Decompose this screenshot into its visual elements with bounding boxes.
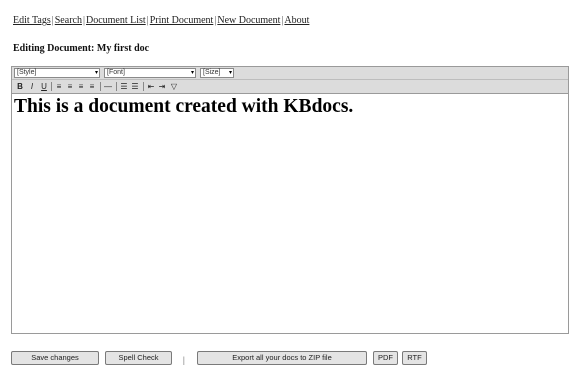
horizontal-rule-icon[interactable]: — [103, 81, 113, 92]
more-options-icon[interactable]: ▽ [169, 81, 179, 92]
editor-toolbar-format: B I U ≡ ≡ ≡ ≡ — ☰ ☰ ⇤ ⇥ ▽ [12, 80, 568, 94]
page-heading: Editing Document: My first doc [13, 43, 150, 54]
nav-link-new-document[interactable]: New Document [217, 15, 280, 26]
bold-button[interactable]: B [15, 81, 25, 92]
align-center-icon[interactable]: ≡ [65, 81, 75, 92]
font-select[interactable]: [Font] ▾ [104, 68, 196, 78]
editor-content[interactable]: This is a document created with KBdocs. [14, 96, 353, 118]
indent-icon[interactable]: ⇥ [157, 81, 167, 92]
nav-link-document-list[interactable]: Document List [86, 15, 146, 26]
justify-icon[interactable]: ≡ [87, 81, 97, 92]
toolbar-divider [100, 82, 101, 91]
button-divider: | [183, 355, 185, 365]
style-select[interactable]: [Style] ▾ [14, 68, 100, 78]
spell-check-button[interactable]: Spell Check [105, 351, 172, 365]
pdf-button[interactable]: PDF [373, 351, 398, 365]
rich-text-editor: [Style] ▾ [Font] ▾ [Size] ▾ B I U ≡ ≡ ≡ … [11, 66, 569, 334]
style-select-value: [Style] [17, 69, 37, 76]
italic-button[interactable]: I [27, 81, 37, 92]
toolbar-divider [116, 82, 117, 91]
editor-toolbar-selects: [Style] ▾ [Font] ▾ [Size] ▾ [12, 67, 568, 80]
align-right-icon[interactable]: ≡ [76, 81, 86, 92]
export-zip-button[interactable]: Export all your docs to ZIP file [197, 351, 367, 365]
ordered-list-icon[interactable]: ☰ [119, 81, 129, 92]
save-changes-button[interactable]: Save changes [11, 351, 99, 365]
underline-button[interactable]: U [39, 81, 49, 92]
outdent-icon[interactable]: ⇤ [146, 81, 156, 92]
size-select[interactable]: [Size] ▾ [200, 68, 234, 78]
toolbar-divider [51, 82, 52, 91]
nav-link-about[interactable]: About [284, 15, 309, 26]
font-select-value: [Font] [107, 69, 125, 76]
nav-link-edit-tags[interactable]: Edit Tags [13, 15, 51, 26]
chevron-down-icon: ▾ [94, 70, 98, 76]
align-left-icon[interactable]: ≡ [54, 81, 64, 92]
size-select-value: [Size] [203, 69, 221, 76]
nav-link-print-document[interactable]: Print Document [150, 15, 214, 26]
toolbar-divider [143, 82, 144, 91]
chevron-down-icon: ▾ [228, 70, 232, 76]
chevron-down-icon: ▾ [190, 70, 194, 76]
rtf-button[interactable]: RTF [402, 351, 427, 365]
unordered-list-icon[interactable]: ☰ [130, 81, 140, 92]
nav-link-search[interactable]: Search [55, 15, 82, 26]
top-navigation: Edit Tags|Search|Document List|Print Doc… [13, 15, 309, 27]
